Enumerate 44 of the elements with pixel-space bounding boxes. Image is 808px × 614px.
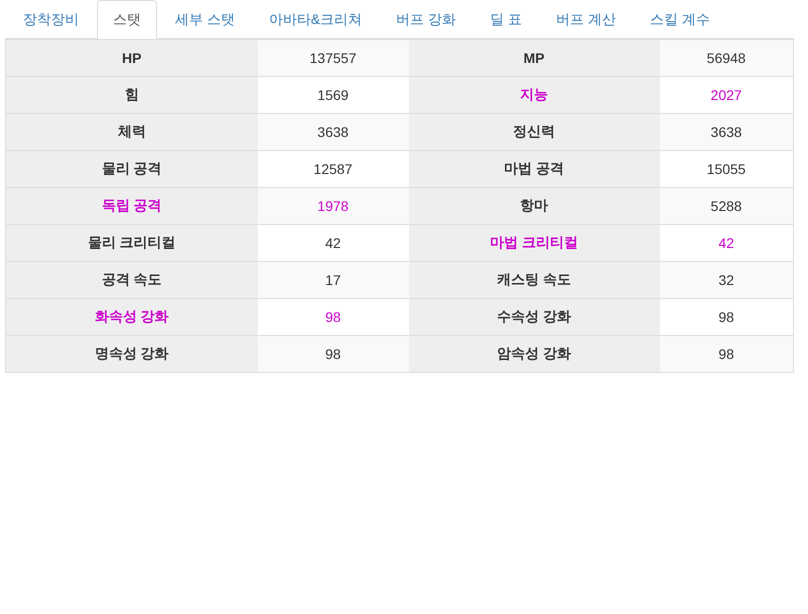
tab[interactable]: 딜 표 — [474, 0, 538, 39]
stat-label: 지능 — [408, 76, 660, 114]
stat-label: 공격 속도 — [6, 262, 258, 298]
stat-label: 수속성 강화 — [408, 298, 660, 336]
stat-label: 물리 크리티컬 — [6, 224, 258, 262]
stat-label: 마법 크리티컬 — [408, 224, 660, 262]
stat-value: 2027 — [660, 76, 794, 114]
tab[interactable]: 아바타&크리쳐 — [252, 0, 378, 39]
tab[interactable]: 세부 스탯 — [159, 0, 251, 39]
tab[interactable]: 스킬 계수 — [634, 0, 726, 39]
stat-label: 체력 — [6, 114, 258, 150]
stat-label: 정신력 — [408, 114, 660, 150]
stat-label: 물리 공격 — [6, 150, 258, 188]
stat-label: MP — [408, 40, 660, 76]
stat-value: 17 — [258, 262, 408, 298]
stat-label: 캐스팅 속도 — [408, 262, 660, 298]
stat-value: 15055 — [660, 150, 794, 188]
stat-value: 42 — [660, 224, 794, 262]
stat-value: 42 — [258, 224, 408, 262]
stat-value: 1569 — [258, 76, 408, 114]
stat-value: 32 — [660, 262, 794, 298]
tab[interactable]: 스탯 — [97, 0, 157, 39]
stat-label: 암속성 강화 — [408, 336, 660, 372]
stat-value: 1978 — [258, 188, 408, 224]
stat-value: 3638 — [660, 114, 794, 150]
stat-value: 56948 — [660, 40, 794, 76]
tab[interactable]: 버프 계산 — [540, 0, 632, 39]
stat-value: 12587 — [258, 150, 408, 188]
stat-label: 독립 공격 — [6, 188, 258, 224]
stat-value: 5288 — [660, 188, 794, 224]
tab[interactable]: 버프 강화 — [380, 0, 472, 39]
stat-label: 화속성 강화 — [6, 298, 258, 336]
stat-value: 98 — [258, 336, 408, 372]
stat-value: 98 — [258, 298, 408, 336]
stat-value: 98 — [660, 298, 794, 336]
stat-label: 명속성 강화 — [6, 336, 258, 372]
stat-value: 137557 — [258, 40, 408, 76]
stat-label: 힘 — [6, 76, 258, 114]
stat-value: 98 — [660, 336, 794, 372]
stat-label: 항마 — [408, 188, 660, 224]
stat-value: 3638 — [258, 114, 408, 150]
stat-label: HP — [6, 40, 258, 76]
stat-label: 마법 공격 — [408, 150, 660, 188]
tab[interactable]: 장착장비 — [7, 0, 95, 39]
